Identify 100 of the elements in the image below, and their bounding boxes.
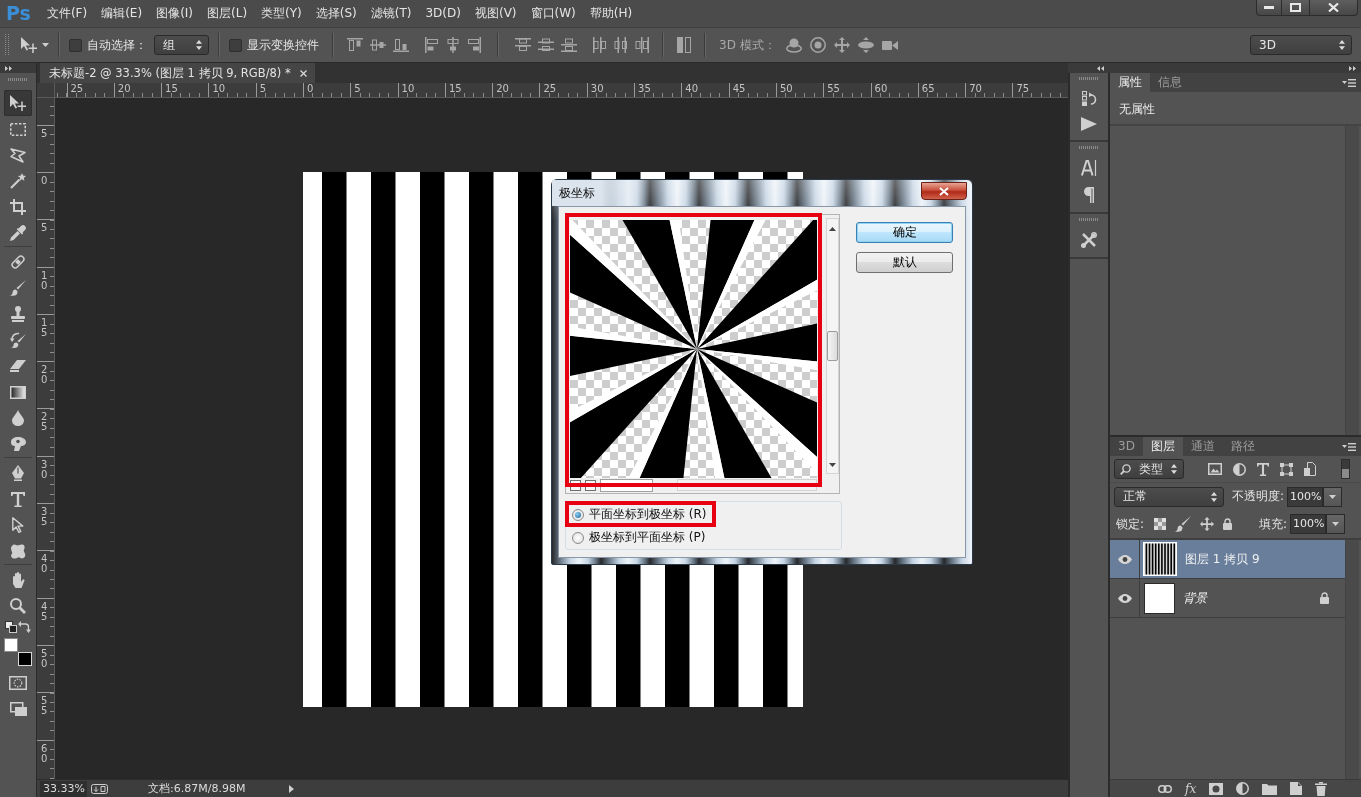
blend-mode-dropdown[interactable]: 正常 (1114, 486, 1224, 507)
effects-button[interactable]: fx (1185, 781, 1197, 796)
play-icon[interactable] (1081, 117, 1097, 131)
caret-up-icon[interactable] (829, 227, 836, 231)
four-arrows-icon[interactable] (1200, 517, 1215, 531)
opacity-dropdown-button[interactable] (1323, 486, 1343, 507)
filter-dropdown[interactable]: 类型 (1114, 459, 1184, 479)
fill-dropdown-button[interactable] (1326, 514, 1345, 534)
four-arrows-icon[interactable] (833, 37, 850, 53)
checkbox-label[interactable]: 显示变换控件 (247, 36, 319, 54)
box-arrow-icon[interactable] (91, 783, 108, 794)
maximize-button[interactable] (1282, 0, 1310, 16)
zoom-in-button[interactable] (585, 479, 596, 491)
fill-field[interactable]: 100% (1290, 514, 1326, 534)
double-caret-right-icon[interactable] (1349, 65, 1356, 71)
scrollbar[interactable] (1345, 126, 1359, 435)
swap-arrows-icon[interactable] (18, 621, 31, 633)
distribute-bars-icon[interactable] (538, 38, 554, 52)
panel-tab[interactable]: 3D (1110, 437, 1143, 456)
menu-item[interactable]: 类型(Y) (254, 0, 309, 27)
align-bars-icon[interactable] (467, 37, 481, 53)
menu-item[interactable]: 文件(F) (39, 0, 95, 27)
dropdown[interactable]: 组 (154, 35, 209, 55)
menu-item[interactable]: 3D(D) (418, 0, 468, 27)
background-color-swatch[interactable] (18, 652, 32, 666)
new-page-icon[interactable] (1290, 782, 1303, 795)
layer-row[interactable]: 图层 1 拷贝 9 (1110, 540, 1345, 579)
tool-button[interactable] (4, 90, 32, 116)
brush-icon[interactable] (1175, 516, 1192, 532)
menu-item[interactable]: 帮助(H) (582, 0, 640, 27)
two-columns-icon[interactable] (677, 37, 691, 53)
checkbox[interactable] (69, 38, 82, 52)
ring-icon[interactable] (809, 37, 826, 53)
menu-item[interactable]: 图像(I) (149, 0, 201, 27)
dialog-button[interactable]: 默认 (856, 252, 953, 273)
menu-item[interactable]: 编辑(E) (94, 0, 150, 27)
scrollbar[interactable] (1345, 540, 1359, 779)
filter-toggle[interactable] (1341, 459, 1350, 479)
panel-tab[interactable]: 图层 (1142, 437, 1183, 456)
distribute-bars-icon[interactable] (593, 37, 607, 53)
radio-button[interactable] (572, 508, 584, 521)
checkbox-label[interactable]: 自动选择： (87, 36, 147, 54)
panel-tab[interactable]: 属性 (1110, 73, 1150, 92)
double-caret-right-icon[interactable] (5, 65, 12, 71)
half-circle-icon[interactable] (1233, 462, 1246, 476)
document-tab[interactable]: 未标题-2 @ 33.3% (图层 1 拷贝 9, RGB/8) * (40, 63, 315, 83)
radio-button[interactable] (572, 531, 584, 544)
distribute-bars-icon[interactable] (635, 37, 649, 53)
zoom-field[interactable]: 33.33% (40, 780, 87, 797)
menu-item[interactable]: 图层(L) (200, 0, 255, 27)
caret-down-icon[interactable] (829, 463, 836, 467)
folder-icon[interactable] (1262, 782, 1278, 795)
zoom-out-button[interactable] (570, 479, 581, 491)
lock-icon[interactable] (1223, 518, 1233, 530)
trash-icon[interactable] (1315, 781, 1328, 796)
align-bars-icon[interactable] (370, 38, 386, 52)
close-icon[interactable] (299, 69, 307, 77)
layer-name[interactable]: 图层 1 拷贝 9 (1185, 550, 1260, 568)
radio-label[interactable]: 平面坐标到极坐标 (R) (589, 506, 707, 523)
pilcrow-icon[interactable] (1084, 187, 1094, 203)
close-window-button[interactable] (1310, 0, 1358, 16)
align-bars-icon[interactable] (446, 37, 460, 53)
crossed-tools-icon[interactable] (1081, 232, 1097, 248)
squares-curved-arrow-icon[interactable] (1081, 91, 1097, 106)
corner-handles-square-icon[interactable] (1280, 462, 1293, 476)
menu-item[interactable]: 滤镜(T) (363, 0, 419, 27)
lock-icon[interactable] (1320, 592, 1329, 604)
align-bars-icon[interactable] (393, 38, 409, 52)
distribute-bars-icon[interactable] (614, 37, 628, 53)
letter-cursor-icon[interactable] (1081, 160, 1097, 176)
radio-label[interactable]: 极坐标到平面坐标 (P) (589, 529, 706, 546)
panel-tab[interactable]: 信息 (1150, 73, 1190, 92)
workspace-dropdown[interactable]: 3D (1250, 35, 1352, 55)
scrollbar-thumb[interactable] (827, 331, 838, 361)
double-caret-left-icon[interactable] (1097, 65, 1104, 71)
dialog-button[interactable]: 确定 (856, 222, 953, 243)
distribute-bars-icon[interactable] (561, 38, 577, 52)
orbit-icon[interactable] (785, 37, 802, 53)
menu-item[interactable]: 选择(S) (308, 0, 364, 27)
panel-menu-icon[interactable] (1342, 78, 1356, 87)
align-bars-icon[interactable] (347, 38, 363, 52)
caret-right-icon[interactable] (289, 784, 295, 793)
minimize-button[interactable] (1256, 0, 1282, 16)
menu-item[interactable]: 视图(V) (467, 0, 524, 27)
eye-icon[interactable] (1117, 554, 1132, 564)
mask-icon[interactable] (1209, 782, 1224, 795)
video-camera-icon[interactable] (881, 38, 898, 52)
panel-tab[interactable]: 路径 (1222, 437, 1263, 456)
half-circle-icon[interactable] (1236, 782, 1250, 795)
document-icon[interactable] (1304, 462, 1316, 476)
foreground-color-swatch[interactable] (4, 638, 18, 652)
layer-name[interactable]: 背景 (1183, 589, 1207, 607)
image-icon[interactable] (1208, 463, 1222, 475)
close-button[interactable] (921, 182, 967, 200)
type-icon[interactable] (1257, 462, 1269, 476)
distribute-bars-icon[interactable] (515, 38, 531, 52)
opacity-field[interactable]: 100% (1287, 486, 1324, 507)
panel-tab[interactable]: 通道 (1182, 437, 1223, 456)
checker-icon[interactable] (1154, 518, 1167, 530)
ellipse-arrows-icon[interactable] (857, 37, 874, 53)
